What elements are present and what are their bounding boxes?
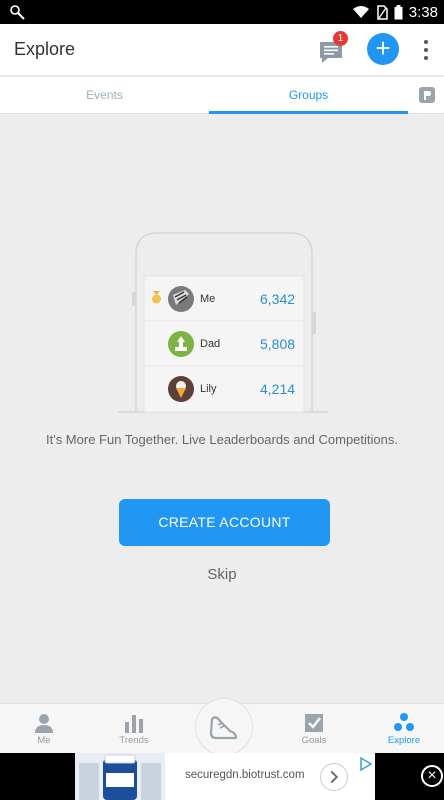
ad-banner: securegdn.biotrust.com × (0, 753, 444, 800)
group-icon (394, 713, 414, 731)
ad-close-button[interactable]: × (421, 765, 443, 787)
more-options-icon[interactable] (420, 38, 432, 64)
clock: 3:38 (408, 3, 438, 21)
bar-chart-icon (125, 715, 143, 733)
add-button[interactable]: + (367, 33, 399, 65)
wifi-icon (352, 6, 369, 18)
create-account-button[interactable]: CREATE ACCOUNT (119, 499, 330, 546)
zebra-avatar-icon (168, 286, 194, 312)
app-bar: Explore 1 + (0, 24, 444, 76)
phone-outline (118, 232, 328, 413)
no-sim-icon (377, 4, 388, 20)
message-count-badge: 1 (333, 31, 348, 46)
ad-open-arrow-icon[interactable] (320, 763, 348, 791)
ad-content[interactable]: securegdn.biotrust.com (75, 753, 375, 800)
leaderboard-name: Lily (200, 383, 217, 395)
notification-icon (10, 5, 25, 20)
battery-icon (394, 4, 403, 19)
shoe-icon (209, 716, 238, 740)
tab-events[interactable]: Events (0, 77, 209, 114)
pin-tab-icon[interactable] (418, 86, 436, 104)
ad-choices-icon[interactable] (359, 757, 373, 771)
bottom-navigation: Me Trends Goals Explore (0, 698, 444, 756)
leaderboard-name: Me (200, 293, 216, 305)
leaderboard-name: Dad (200, 338, 221, 350)
nav-goals[interactable]: Goals (270, 704, 358, 754)
page-title: Explore (14, 39, 76, 59)
person-icon (35, 714, 53, 733)
tagline: It's More Fun Together. Live Leaderboard… (45, 432, 398, 447)
shoe-tracker-button[interactable] (195, 698, 253, 756)
leaderboard-score: 5,808 (260, 336, 296, 352)
ice-cream-avatar-icon (168, 376, 194, 402)
nav-trends[interactable]: Trends (90, 704, 178, 754)
leaderboard-score: 6,342 (260, 291, 296, 307)
leaderboard-score: 4,214 (260, 381, 296, 397)
nav-me[interactable]: Me (0, 704, 88, 754)
nav-explore[interactable]: Explore (360, 704, 444, 754)
gold-medal-icon (152, 291, 161, 304)
tab-groups[interactable]: Groups (209, 77, 408, 114)
ad-url: securegdn.biotrust.com (185, 769, 305, 781)
status-bar: 3:38 (0, 0, 444, 24)
skip-link[interactable]: Skip (0, 566, 444, 583)
ad-product-image (75, 753, 165, 800)
chess-pawn-avatar-icon (168, 331, 194, 357)
checkbox-icon (305, 714, 323, 732)
tab-bar: Events Groups (0, 77, 444, 114)
leaderboard-illustration: Me 6,342 Dad 5,808 Lily 4,214 (118, 232, 328, 417)
